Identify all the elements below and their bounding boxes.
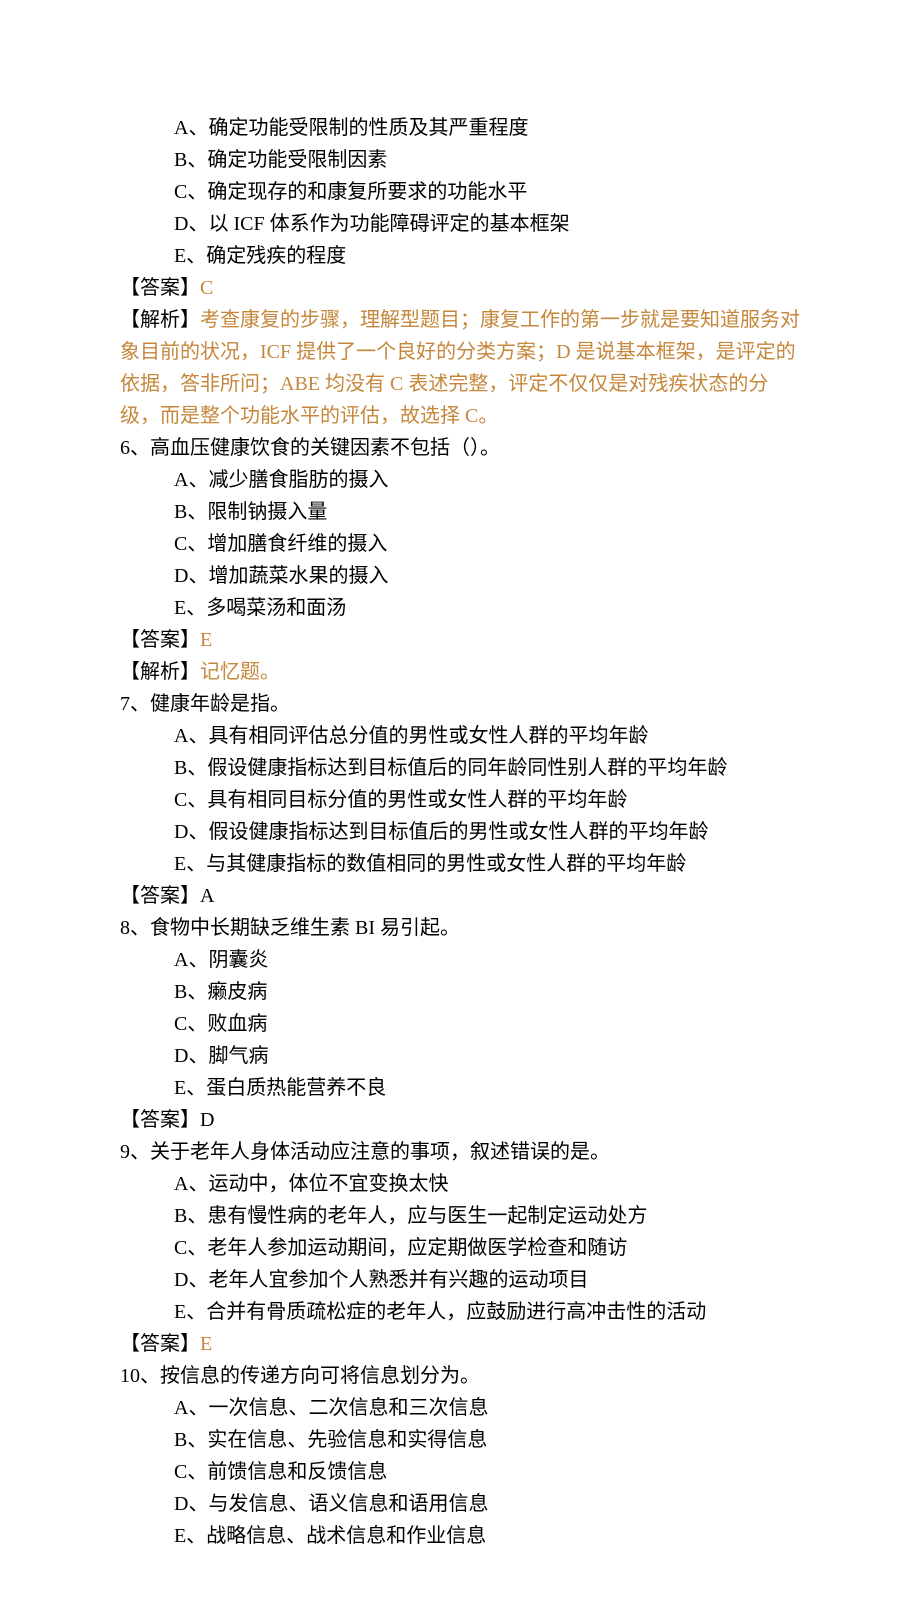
q7-option-c: C、具有相同目标分值的男性或女性人群的平均年龄 <box>120 784 800 816</box>
q7-answer: 【答案】A <box>120 880 800 912</box>
q7-option-d: D、假设健康指标达到目标值后的男性或女性人群的平均年龄 <box>120 816 800 848</box>
q5-option-a: A、确定功能受限制的性质及其严重程度 <box>120 112 800 144</box>
q6-option-a: A、减少膳食脂肪的摄入 <box>120 464 800 496</box>
q8-stem: 8、食物中长期缺乏维生素 BI 易引起。 <box>120 912 800 944</box>
q6-answer: 【答案】E <box>120 624 800 656</box>
q6-explain-text: 记忆题。 <box>200 661 280 683</box>
q10-option-a: A、一次信息、二次信息和三次信息 <box>120 1392 800 1424</box>
q8-option-d: D、脚气病 <box>120 1040 800 1072</box>
q8-option-c: C、败血病 <box>120 1008 800 1040</box>
q6-explain-label: 【解析】 <box>120 661 200 683</box>
q5-option-e: E、确定残疾的程度 <box>120 240 800 272</box>
q8-answer-value: D <box>200 1109 214 1131</box>
q9-option-d: D、老年人宜参加个人熟悉并有兴趣的运动项目 <box>120 1264 800 1296</box>
q6-answer-value: E <box>200 629 212 651</box>
document-page: A、确定功能受限制的性质及其严重程度 B、确定功能受限制因素 C、确定现存的和康… <box>0 0 920 1612</box>
q9-option-c: C、老年人参加运动期间，应定期做医学检查和随访 <box>120 1232 800 1264</box>
q7-answer-label: 【答案】 <box>120 885 200 907</box>
q8-option-a: A、阴囊炎 <box>120 944 800 976</box>
q6-explain: 【解析】记忆题。 <box>120 656 800 688</box>
q7-answer-value: A <box>200 885 214 907</box>
q6-answer-label: 【答案】 <box>120 629 200 651</box>
q8-answer: 【答案】D <box>120 1104 800 1136</box>
q8-option-b: B、癞皮病 <box>120 976 800 1008</box>
q9-answer-label: 【答案】 <box>120 1333 200 1355</box>
q10-option-c: C、前馈信息和反馈信息 <box>120 1456 800 1488</box>
q9-answer-value: E <box>200 1333 212 1355</box>
q10-option-d: D、与发信息、语义信息和语用信息 <box>120 1488 800 1520</box>
q8-option-e: E、蛋白质热能营养不良 <box>120 1072 800 1104</box>
q10-stem: 10、按信息的传递方向可将信息划分为。 <box>120 1360 800 1392</box>
q5-answer-label: 【答案】 <box>120 277 200 299</box>
q5-explain-text: 考查康复的步骤，理解型题目；康复工作的第一步就是要知道服务对象目前的状况，ICF… <box>120 309 800 427</box>
q6-option-b: B、限制钠摄入量 <box>120 496 800 528</box>
q9-stem: 9、关于老年人身体活动应注意的事项，叙述错误的是。 <box>120 1136 800 1168</box>
q5-explain: 【解析】考查康复的步骤，理解型题目；康复工作的第一步就是要知道服务对象目前的状况… <box>120 304 800 432</box>
q9-option-a: A、运动中，体位不宜变换太快 <box>120 1168 800 1200</box>
q5-option-b: B、确定功能受限制因素 <box>120 144 800 176</box>
q10-option-b: B、实在信息、先验信息和实得信息 <box>120 1424 800 1456</box>
q6-stem: 6、高血压健康饮食的关键因素不包括（）。 <box>120 432 800 464</box>
q9-option-b: B、患有慢性病的老年人，应与医生一起制定运动处方 <box>120 1200 800 1232</box>
q6-option-c: C、增加膳食纤维的摄入 <box>120 528 800 560</box>
q7-option-e: E、与其健康指标的数值相同的男性或女性人群的平均年龄 <box>120 848 800 880</box>
q10-option-e: E、战略信息、战术信息和作业信息 <box>120 1520 800 1552</box>
q8-answer-label: 【答案】 <box>120 1109 200 1131</box>
q5-answer: 【答案】C <box>120 272 800 304</box>
q9-answer: 【答案】E <box>120 1328 800 1360</box>
q5-explain-label: 【解析】 <box>120 309 200 331</box>
q6-option-d: D、增加蔬菜水果的摄入 <box>120 560 800 592</box>
q5-answer-value: C <box>200 277 213 299</box>
q7-option-b: B、假设健康指标达到目标值后的同年龄同性别人群的平均年龄 <box>120 752 800 784</box>
q7-option-a: A、具有相同评估总分值的男性或女性人群的平均年龄 <box>120 720 800 752</box>
q5-option-c: C、确定现存的和康复所要求的功能水平 <box>120 176 800 208</box>
q7-stem: 7、健康年龄是指。 <box>120 688 800 720</box>
q6-option-e: E、多喝菜汤和面汤 <box>120 592 800 624</box>
q5-option-d: D、以 ICF 体系作为功能障碍评定的基本框架 <box>120 208 800 240</box>
